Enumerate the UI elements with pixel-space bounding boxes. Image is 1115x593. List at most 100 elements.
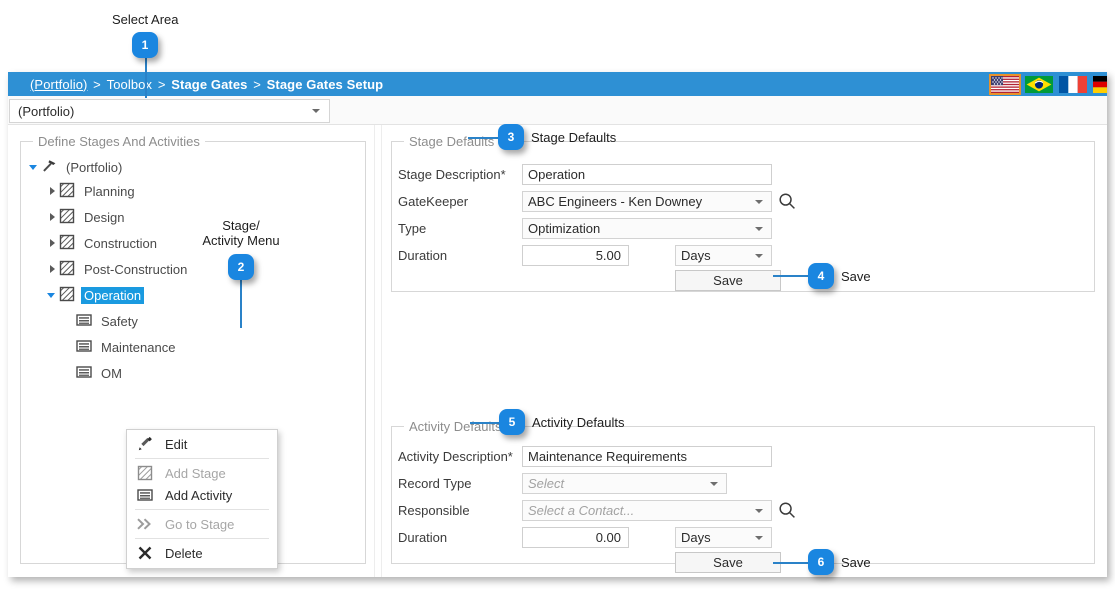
tree-item-label: Safety [101,313,138,329]
tree-item-design[interactable]: Design [46,206,127,228]
record-type-combobox[interactable]: Select [522,473,727,494]
annotation-callout-1: 1 [132,32,158,58]
expand-collapse-icon[interactable] [28,161,40,173]
flag-brazil-icon[interactable] [1025,75,1053,93]
chevron-down-icon [755,253,763,258]
activity-description-label: Activity Description* [398,449,513,464]
annotation-leader-4 [773,275,808,277]
context-menu-item-label: Delete [165,545,203,561]
chevron-down-icon [755,535,763,540]
annotation-leader-1 [145,58,147,98]
tree-item-label: OM [101,365,122,381]
stage-description-value: Operation [528,167,586,182]
breadcrumb-separator: > [93,76,101,92]
stage-type-combobox[interactable]: Optimization [522,218,772,239]
responsible-search-icon[interactable] [778,501,796,519]
stage-activity-context-menu[interactable]: Edit Add Stage Add Activity Go to Stage … [126,429,278,569]
expand-collapse-icon[interactable] [46,289,58,301]
chevron-down-icon [312,109,320,113]
tree-item-post-construction[interactable]: Post-Construction [46,258,190,280]
stage-icon [135,465,155,481]
annotation-label-2: Stage/Activity Menu [202,218,280,248]
area-select-combobox[interactable]: (Portfolio) [9,99,330,123]
activity-defaults-panel: Activity Defaults Activity Description* … [391,419,1095,573]
breadcrumb-root[interactable]: (Portfolio) [30,77,87,92]
annotation-label-1: Select Area [112,12,179,27]
responsible-label: Responsible [398,503,470,518]
stage-icon [59,208,75,227]
activity-save-button[interactable]: Save [675,552,781,573]
annotation-callout-5: 5 [499,409,525,435]
tree-item-label: (Portfolio) [66,159,123,175]
stage-defaults-panel: Stage Defaults Stage Description* Operat… [391,134,1095,292]
breadcrumb-item-stage-gates[interactable]: Stage Gates [171,77,247,92]
expand-collapse-icon[interactable] [46,185,58,197]
stage-save-button[interactable]: Save [675,270,781,291]
left-panel-title: Define Stages And Activities [33,134,205,149]
flag-united-states-icon[interactable] [989,73,1021,95]
tree-item-label: Design [84,209,125,225]
annotation-leader-6 [773,562,808,564]
gatekeeper-combobox[interactable]: ABC Engineers - Ken Downey [522,191,772,212]
hammer-icon [41,158,57,177]
tree-item-operation[interactable]: Operation [46,284,145,306]
stage-description-input[interactable]: Operation [522,164,772,185]
panel-splitter[interactable] [374,125,382,577]
tree-item-maintenance[interactable]: Maintenance [76,336,178,358]
context-menu-item-go-to-stage[interactable]: Go to Stage [127,513,277,535]
stage-type-value: Optimization [528,221,601,236]
breadcrumb: (Portfolio) > Toolbox > Stage Gates > St… [30,77,383,92]
activity-duration-value: 0.00 [595,530,621,545]
area-select-value: (Portfolio) [18,103,75,119]
context-menu-item-label: Edit [165,436,188,452]
expand-collapse-icon[interactable] [46,211,58,223]
title-bar: (Portfolio) > Toolbox > Stage Gates > St… [8,72,1107,96]
breadcrumb-item-stage-gates-setup: Stage Gates Setup [266,76,384,92]
stage-duration-unit-value: Days [681,248,711,263]
context-menu-item-label: Add Activity [165,487,233,503]
flag-france-icon[interactable] [1059,75,1087,93]
activity-description-value: Maintenance Requirements [528,449,687,464]
context-menu-item-edit[interactable]: Edit [127,433,277,455]
stage-description-label: Stage Description* [398,167,506,182]
context-menu-item-delete[interactable]: Delete [127,542,277,564]
expand-collapse-icon[interactable] [46,263,58,275]
context-menu-divider [135,458,269,459]
context-menu-item-label: Go to Stage [165,516,235,532]
activity-duration-unit-combobox[interactable]: Days [675,527,772,548]
main-content: Define Stages And Activities (Portfolio) [8,125,1107,577]
tree-item-safety[interactable]: Safety [76,310,141,332]
tree-item-planning[interactable]: Planning [46,180,138,202]
context-menu-item-add-stage[interactable]: Add Stage [127,462,277,484]
activity-duration-unit-value: Days [681,530,711,545]
context-menu-divider [135,538,269,539]
annotation-callout-3: 3 [498,124,524,150]
double-chevron-icon [135,516,155,532]
context-menu-item-add-activity[interactable]: Add Activity [127,484,277,506]
expand-collapse-icon[interactable] [46,237,58,249]
tree-item-om[interactable]: OM [76,362,125,384]
stage-icon [59,260,75,279]
tree-item-portfolio[interactable]: (Portfolio) [28,156,125,178]
breadcrumb-separator: > [157,76,166,92]
stage-duration-value: 5.00 [595,248,621,263]
responsible-combobox[interactable]: Select a Contact... [522,500,772,521]
activity-save-label: Save [713,555,743,570]
area-selector-bar: (Portfolio) [8,96,1107,125]
context-menu-item-label: Add Stage [165,465,226,481]
activity-icon [76,338,92,357]
tree-item-construction[interactable]: Construction [46,232,160,254]
chevron-down-icon [710,481,718,486]
activity-icon [76,312,92,331]
chevron-down-icon [755,508,763,513]
flag-germany-icon[interactable] [1093,75,1107,93]
activity-description-input[interactable]: Maintenance Requirements [522,446,772,467]
stage-save-label: Save [713,273,743,288]
stage-duration-unit-combobox[interactable]: Days [675,245,772,266]
gatekeeper-search-icon[interactable] [778,192,796,210]
stage-type-label: Type [398,221,427,236]
stage-duration-input[interactable]: 5.00 [522,245,629,266]
chevron-down-icon [755,226,763,231]
annotation-label-3: Stage Defaults [531,130,617,145]
activity-duration-input[interactable]: 0.00 [522,527,629,548]
